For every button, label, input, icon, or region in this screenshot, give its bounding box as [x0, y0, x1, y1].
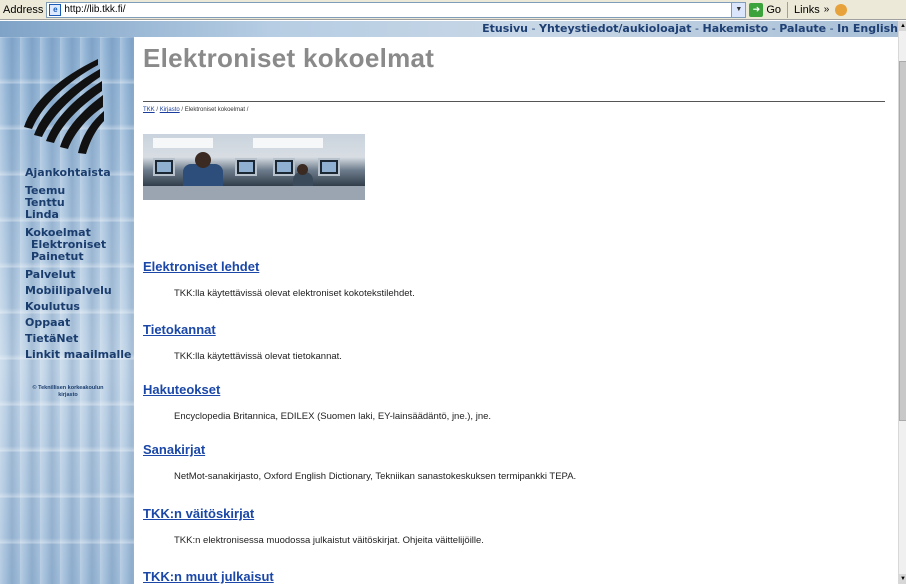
collection-section: Tietokannat TKK:lla käytettävissä olevat …	[143, 322, 342, 362]
collection-section: Hakuteokset Encyclopedia Britannica, EDIL…	[143, 382, 491, 422]
section-description: TKK:lla käytettävissä olevat tietokannat…	[174, 351, 342, 362]
topnav-in-english[interactable]: In English	[837, 22, 898, 35]
go-arrow-icon: ➜	[749, 2, 764, 17]
address-bar: Address e http://lib.tkk.fi/ ▼ ➜ Go Link…	[0, 0, 906, 20]
sidebar-item-painetut[interactable]: Painetut	[25, 251, 132, 263]
address-input[interactable]: e http://lib.tkk.fi/ ▼	[46, 1, 747, 18]
toolbar-divider	[787, 1, 789, 18]
top-strip: Etusivu - Yhteystiedot/aukioloajat - Hak…	[0, 21, 898, 37]
section-description: TKK:n elektronisessa muodossa julkaistut…	[174, 535, 484, 546]
chevron-down-icon[interactable]: ▼	[731, 2, 746, 17]
section-heading-link[interactable]: TKK:n muut julkaisut	[143, 569, 274, 584]
sidebar-item-ajankohtaista[interactable]: Ajankohtaista	[25, 167, 132, 179]
web-page: Etusivu - Yhteystiedot/aukioloajat - Hak…	[0, 21, 898, 584]
section-heading-link[interactable]: Hakuteokset	[143, 382, 491, 397]
page-title: Elektroniset kokoelmat	[143, 43, 435, 73]
address-label: Address	[3, 3, 44, 16]
breadcrumb-link-kirjasto[interactable]: Kirjasto	[160, 107, 180, 113]
section-description: Encyclopedia Britannica, EDILEX (Suomen …	[174, 411, 492, 422]
sidebar-item-linda[interactable]: Linda	[25, 209, 132, 221]
sidebar-item-oppaat[interactable]: Oppaat	[25, 317, 132, 329]
section-heading-link[interactable]: Elektroniset lehdet	[143, 259, 415, 274]
sidebar-item-palvelut[interactable]: Palvelut	[25, 269, 132, 281]
collection-section: TKK:n muut julkaisut	[143, 569, 274, 584]
chevron-right-icon[interactable]: »	[824, 4, 830, 15]
extension-icon[interactable]	[835, 3, 848, 16]
section-description: NetMot-sanakirjasto, Oxford English Dict…	[174, 471, 577, 482]
section-heading-link[interactable]: Tietokannat	[143, 322, 342, 337]
go-label: Go	[766, 3, 782, 16]
library-photo	[143, 134, 365, 200]
collection-section: Elektroniset lehdet TKK:lla käytettävissä…	[143, 259, 415, 299]
sidebar-item-mobiilipalvelu[interactable]: Mobiilipalvelu	[25, 285, 132, 297]
top-navigation: Etusivu - Yhteystiedot/aukioloajat - Hak…	[482, 22, 898, 35]
section-heading-link[interactable]: Sanakirjat	[143, 442, 576, 457]
address-url: http://lib.tkk.fi/	[64, 4, 126, 15]
copyright-line-2: kirjasto	[58, 392, 78, 398]
topnav-hakemisto[interactable]: Hakemisto	[703, 22, 769, 35]
links-button[interactable]: Links	[794, 4, 820, 16]
breadcrumb-current: Elektroniset kokoelmat /	[184, 107, 249, 113]
scrollbar-thumb[interactable]	[899, 61, 906, 421]
scroll-up-icon[interactable]: ▲	[899, 21, 906, 31]
section-description: TKK:lla käytettävissä olevat elektronise…	[174, 288, 415, 299]
copyright-text: © Teknillisen korkeakoulun kirjasto	[3, 385, 133, 399]
sidebar: Ajankohtaista Teemu Tenttu Linda Kokoelmat El…	[0, 37, 134, 584]
breadcrumb: TKK / Kirjasto / Elektroniset kokoelmat …	[143, 107, 249, 113]
tkk-logo-icon	[24, 59, 104, 154]
go-button[interactable]: ➜ Go	[749, 2, 782, 17]
breadcrumb-link-tkk[interactable]: TKK	[143, 107, 155, 113]
sidebar-nav: Ajankohtaista Teemu Tenttu Linda Kokoelmat El…	[25, 167, 132, 361]
copyright-line-1: © Teknillisen korkeakoulun	[32, 385, 104, 391]
sidebar-item-koulutus[interactable]: Koulutus	[25, 301, 132, 313]
sidebar-item-linkit-maailmalle[interactable]: Linkit maailmalle	[25, 349, 132, 361]
collection-section: TKK:n väitöskirjat TKK:n elektronisessa m…	[143, 506, 484, 546]
section-heading-link[interactable]: TKK:n väitöskirjat	[143, 506, 484, 521]
topnav-palaute[interactable]: Palaute	[779, 22, 826, 35]
scroll-down-icon[interactable]: ▼	[899, 574, 906, 584]
topnav-etusivu[interactable]: Etusivu	[482, 22, 528, 35]
main-content: Elektroniset kokoelmat TKK / Kirjasto / …	[143, 37, 888, 584]
sidebar-item-tietänet[interactable]: TietäNet	[25, 333, 132, 345]
vertical-scrollbar[interactable]: ▲ ▼	[898, 21, 906, 584]
page-icon: e	[49, 3, 62, 16]
collection-section: Sanakirjat NetMot-sanakirjasto, Oxford En…	[143, 442, 576, 482]
topnav-yhteystiedot[interactable]: Yhteystiedot/aukioloajat	[539, 22, 692, 35]
title-divider	[143, 101, 885, 102]
